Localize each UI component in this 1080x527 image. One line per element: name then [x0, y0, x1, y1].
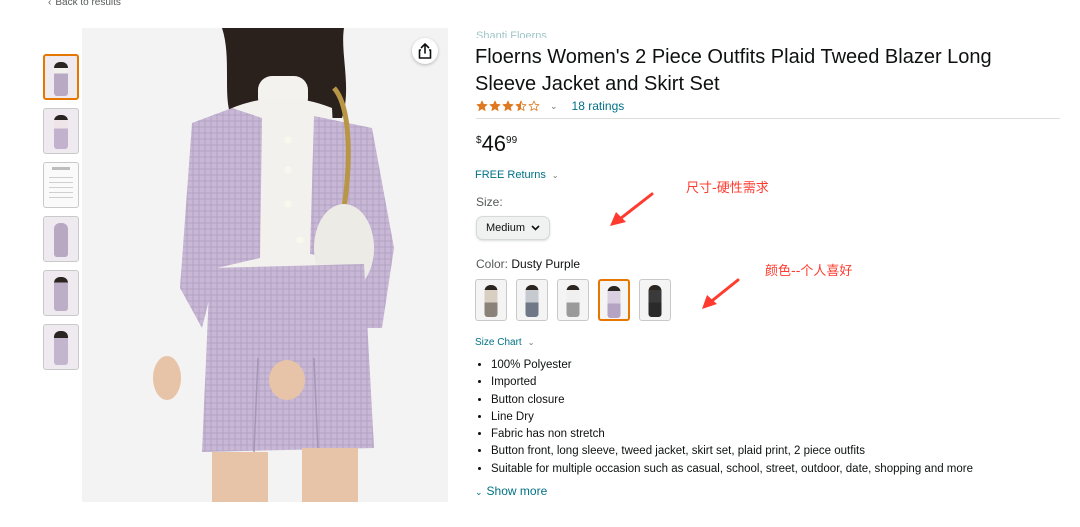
chevron-down-icon: ⌄	[551, 171, 559, 180]
feature-bullet: Button front, long sleeve, tweed jacket,…	[491, 443, 1061, 460]
back-to-results-link[interactable]: ‹ Back to results	[48, 0, 121, 8]
annotation-arrow-icon	[610, 192, 654, 226]
feature-bullet: Fabric has non stretch	[491, 426, 1061, 443]
share-button[interactable]	[412, 38, 438, 64]
feature-bullet: Line Dry	[491, 409, 1061, 426]
star-icon	[476, 100, 488, 111]
swatch-image	[566, 285, 580, 317]
chevron-left-icon: ‹	[48, 0, 52, 8]
size-label: Size:	[476, 195, 503, 209]
chevron-down-icon	[531, 225, 540, 231]
size-dropdown[interactable]: Medium	[476, 216, 550, 240]
show-more-label: Show more	[486, 484, 548, 498]
color-row: Color: Dusty Purple	[476, 257, 580, 271]
feature-bullet: Button closure	[491, 392, 1061, 409]
chevron-down-icon[interactable]: ⌄	[550, 101, 558, 112]
swatch-image	[484, 285, 498, 317]
rating-row: ⌄ 18 ratings	[476, 99, 624, 113]
chart-lines	[49, 173, 73, 199]
annotation-arrow-icon	[702, 278, 740, 309]
color-swatches	[475, 279, 671, 321]
thumbnail-image	[54, 223, 68, 257]
thumbnail-1[interactable]	[43, 54, 79, 100]
feature-bullets: 100% PolyesterImportedButton closureLine…	[476, 357, 1061, 478]
chevron-down-icon: ⌄	[527, 338, 535, 347]
color-label: Color:	[476, 257, 509, 271]
swatch-image	[525, 285, 539, 317]
thumbnail-image	[54, 62, 68, 96]
color-annotation: 颜色--个人喜好	[765, 264, 853, 279]
share-icon	[418, 43, 432, 59]
free-returns-label: FREE Returns	[475, 169, 546, 181]
thumbnail-image	[54, 277, 68, 311]
swatch-image	[607, 286, 621, 318]
model-illustration	[153, 28, 394, 502]
star-icon	[502, 100, 514, 111]
color-swatch[interactable]	[557, 279, 589, 321]
size-selected-value: Medium	[485, 222, 526, 234]
price: $ 46 99	[476, 131, 517, 157]
color-swatch[interactable]	[516, 279, 548, 321]
thumbnail-4[interactable]	[43, 216, 79, 262]
price-fraction: 99	[506, 135, 518, 146]
back-link-label: Back to results	[55, 0, 121, 8]
color-swatch[interactable]	[639, 279, 671, 321]
free-returns-link[interactable]: FREE Returns ⌄	[475, 169, 559, 181]
thumbnail-2[interactable]	[43, 108, 79, 154]
feature-bullet: 100% Polyester	[491, 357, 1061, 374]
product-title: Floerns Women's 2 Piece Outfits Plaid Tw…	[475, 46, 992, 95]
star-icon	[489, 100, 501, 111]
thumbnail-size-chart[interactable]	[43, 162, 79, 208]
color-swatch[interactable]	[598, 279, 630, 321]
size-chart-link[interactable]: Size Chart ⌄	[475, 337, 534, 348]
star-icon	[528, 100, 540, 111]
feature-bullet: Suitable for multiple occasion such as c…	[491, 461, 1061, 478]
ratings-count-link[interactable]: 18 ratings	[572, 99, 625, 113]
swatch-image	[648, 285, 662, 317]
feature-bullet: Imported	[491, 374, 1061, 391]
price-whole: 46	[481, 131, 507, 156]
chart-header	[52, 167, 70, 170]
show-more-link[interactable]: ⌄ Show more	[475, 484, 547, 498]
size-annotation: 尺寸-硬性需求	[686, 181, 769, 196]
divider	[476, 118, 1060, 119]
chevron-down-icon: ⌄	[475, 487, 483, 497]
color-swatch[interactable]	[475, 279, 507, 321]
brand-store-link[interactable]: Shanti Floerns	[476, 30, 547, 38]
main-product-image[interactable]	[82, 28, 448, 502]
thumbnail-image	[54, 115, 68, 149]
thumbnail-6[interactable]	[43, 324, 79, 370]
thumbnail-strip	[43, 54, 79, 378]
star-icon	[515, 100, 527, 111]
color-selected-value: Dusty Purple	[511, 257, 581, 271]
star-rating[interactable]	[476, 100, 540, 112]
thumbnail-5[interactable]	[43, 270, 79, 316]
size-chart-label: Size Chart	[475, 337, 522, 348]
thumbnail-image	[54, 331, 68, 365]
